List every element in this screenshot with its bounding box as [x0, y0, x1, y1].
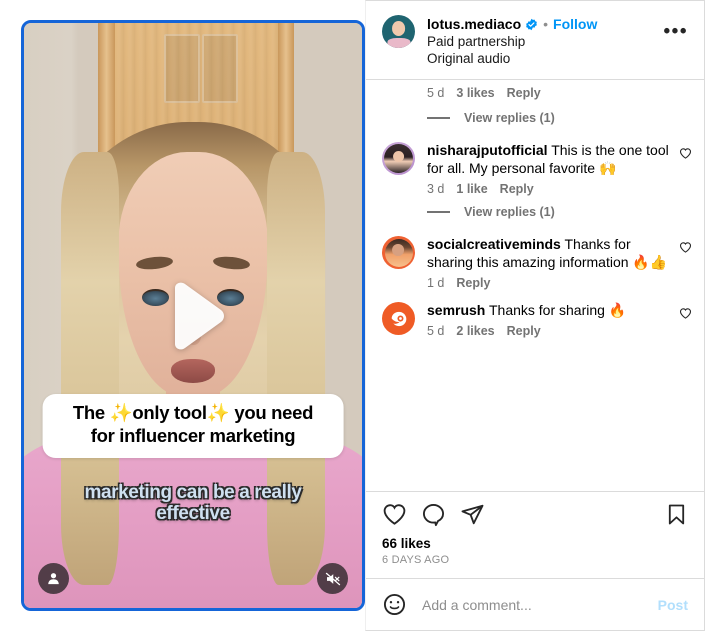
- comment-meta: 5 d 2 likes Reply: [427, 324, 673, 338]
- comment-age: 3 d: [427, 182, 445, 196]
- caption-meta-row: 5 d 3 likes Reply: [366, 80, 704, 104]
- comment-author[interactable]: nisharajputofficial: [427, 142, 548, 158]
- video-caption-card: The ✨only tool✨ you need for influencer …: [42, 394, 344, 459]
- comment-meta: 1 d Reply: [427, 276, 673, 290]
- likes-count[interactable]: 66 likes: [382, 536, 688, 551]
- post-author-username[interactable]: lotus.mediaco: [427, 15, 521, 33]
- share-paperplane-icon[interactable]: [460, 502, 485, 527]
- avatar-body: [386, 38, 411, 48]
- door-panel: [201, 33, 239, 104]
- bookmark-outline-icon[interactable]: [665, 503, 688, 526]
- comment-author[interactable]: socialcreativeminds: [427, 236, 561, 252]
- comment-bubble-icon[interactable]: [421, 502, 446, 527]
- avatar-image: [382, 15, 415, 48]
- heart-outline-icon[interactable]: [679, 147, 692, 165]
- verified-badge-icon: [525, 18, 538, 31]
- video-player[interactable]: The ✨only tool✨ you need for influencer …: [21, 20, 365, 611]
- view-replies-toggle[interactable]: View replies (1): [366, 198, 704, 226]
- comment-message: Thanks for sharing 🔥: [485, 302, 627, 318]
- semrush-logo-icon: [391, 311, 406, 326]
- video-subtitle-line-2: effective: [156, 503, 230, 525]
- avatar-face: [391, 243, 404, 257]
- video-subtitle: marketing can be a really effective: [44, 482, 341, 525]
- socialcreativeminds-avatar[interactable]: [382, 236, 415, 269]
- comment-meta: 3 d 1 like Reply: [427, 182, 673, 196]
- comment-reply-button[interactable]: Reply: [456, 276, 490, 290]
- comment-reply-button[interactable]: Reply: [500, 182, 534, 196]
- nisharajputofficial-avatar[interactable]: [382, 142, 415, 175]
- comment-body: socialcreativeminds Thanks for sharing t…: [427, 235, 673, 290]
- comment-likes[interactable]: 1 like: [456, 182, 487, 196]
- heart-outline-icon[interactable]: [382, 502, 407, 527]
- caption-likes[interactable]: 3 likes: [456, 86, 494, 100]
- heart-outline-icon[interactable]: [679, 307, 692, 325]
- audio-label[interactable]: Original audio: [427, 50, 658, 67]
- view-replies-dash-icon: [427, 211, 450, 213]
- video-caption-line-2: for influencer marketing: [90, 425, 296, 447]
- comment-input[interactable]: [420, 595, 645, 614]
- lotus-mediaco-avatar[interactable]: [382, 15, 415, 48]
- comment-text: semrush Thanks for sharing 🔥: [427, 301, 673, 319]
- post-side-panel: lotus.mediaco • Follow Paid partnership …: [365, 0, 705, 631]
- caption-age: 5 d: [427, 86, 445, 100]
- post-comment-button[interactable]: Post: [658, 597, 688, 613]
- comment-text: nisharajputofficial This is the one tool…: [427, 141, 673, 177]
- creator-mouth: [171, 359, 215, 383]
- action-icon-row: [382, 502, 688, 527]
- post-header-meta: lotus.mediaco • Follow Paid partnership …: [427, 15, 658, 67]
- semrush-avatar[interactable]: [382, 302, 415, 335]
- media-column: The ✨only tool✨ you need for influencer …: [0, 0, 365, 631]
- post-header: lotus.mediaco • Follow Paid partnership …: [366, 1, 704, 80]
- instagram-post-viewer: The ✨only tool✨ you need for influencer …: [0, 0, 705, 631]
- play-icon[interactable]: [147, 270, 239, 362]
- add-comment-bar: Post: [366, 578, 704, 630]
- comment-body: nisharajputofficial This is the one tool…: [427, 141, 673, 196]
- emoji-smiley-icon[interactable]: [382, 592, 407, 617]
- view-replies-toggle[interactable]: View replies (1): [366, 104, 704, 132]
- video-subtitle-line-1: marketing can be a really: [84, 482, 302, 504]
- header-separator: •: [543, 16, 549, 32]
- follow-button[interactable]: Follow: [553, 15, 597, 33]
- comment-body: semrush Thanks for sharing 🔥 5 d 2 likes…: [427, 301, 673, 338]
- list-item: socialcreativeminds Thanks for sharing t…: [366, 226, 704, 292]
- comments-list[interactable]: 5 d 3 likes Reply View replies (1) nisha…: [366, 80, 704, 491]
- person-icon[interactable]: [38, 563, 69, 594]
- post-date: 6 DAYS AGO: [382, 554, 450, 566]
- video-caption-line-1: The ✨only tool✨ you need: [72, 402, 314, 424]
- avatar-face: [392, 150, 405, 163]
- view-replies-label: View replies (1): [464, 111, 555, 125]
- comment-text: socialcreativeminds Thanks for sharing t…: [427, 235, 673, 271]
- comment-reply-button[interactable]: Reply: [507, 324, 541, 338]
- comment-age: 5 d: [427, 324, 445, 338]
- avatar-head: [391, 20, 406, 37]
- comment-age: 1 d: [427, 276, 445, 290]
- view-replies-label: View replies (1): [464, 205, 555, 219]
- comment-author[interactable]: semrush: [427, 302, 485, 318]
- post-header-title-row: lotus.mediaco • Follow: [427, 15, 658, 33]
- list-item: nisharajputofficial This is the one tool…: [366, 132, 704, 198]
- caption-reply-button[interactable]: Reply: [507, 86, 541, 100]
- comment-likes[interactable]: 2 likes: [456, 324, 494, 338]
- paid-partnership-label: Paid partnership: [427, 34, 526, 49]
- ellipsis-icon[interactable]: •••: [658, 15, 690, 41]
- heart-outline-icon[interactable]: [679, 241, 692, 259]
- list-item: semrush Thanks for sharing 🔥 5 d 2 likes…: [366, 292, 704, 340]
- door-panel: [163, 33, 201, 104]
- post-action-bar: 66 likes 6 DAYS AGO: [366, 491, 704, 578]
- view-replies-dash-icon: [427, 117, 450, 119]
- audio-muted-icon[interactable]: [317, 563, 348, 594]
